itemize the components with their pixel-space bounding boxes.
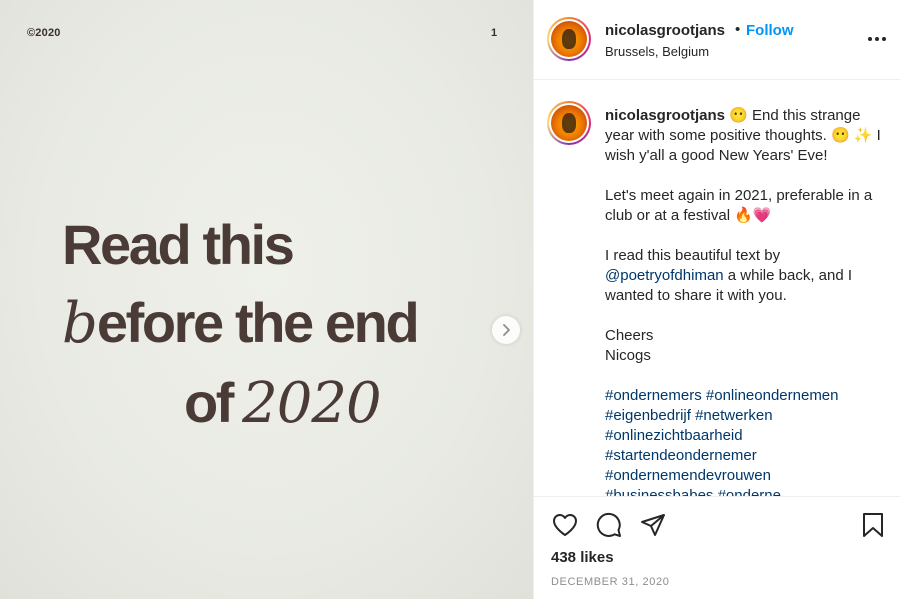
image-headline-line3: of 2020 [184, 370, 382, 436]
image-page-number: 1 [491, 27, 498, 39]
caption-cheers: Cheers [605, 327, 654, 344]
caption-area[interactable]: nicolasgrootjans 😶 End this strange year… [534, 81, 900, 496]
mention-link[interactable]: @poetryofdhiman [605, 267, 724, 284]
action-bar: 438 likes DECEMBER 31, 2020 [534, 496, 900, 599]
separator-dot: • [735, 21, 741, 38]
hashtag-line[interactable]: #startendeondernemer [605, 446, 890, 466]
more-options-icon[interactable] [866, 28, 888, 50]
hashtag-line[interactable]: #eigenbedrijf #netwerken [605, 406, 890, 426]
post-username[interactable]: nicolasgrootjans [605, 22, 725, 39]
image-headline-line1: Read this [62, 213, 295, 276]
image-headline-line2: before the end [62, 290, 420, 356]
post-location[interactable]: Brussels, Belgium [605, 44, 709, 59]
hashtag-line[interactable]: #businessbabes #onderne [605, 486, 890, 496]
heart-icon[interactable] [551, 511, 579, 539]
post-date[interactable]: DECEMBER 31, 2020 [551, 576, 669, 588]
image-headline-rest: efore the end [96, 291, 420, 354]
next-slide-button[interactable] [492, 316, 520, 344]
hashtag-line[interactable]: #ondernemers #onlineondernemen [605, 386, 890, 406]
bookmark-icon[interactable] [859, 511, 887, 539]
image-headline-initial: b [62, 291, 98, 356]
post-panel: nicolasgrootjans • Follow Brussels, Belg… [533, 0, 900, 599]
caption-signoff: Cheers Nicogs [605, 326, 890, 366]
post-image[interactable]: ©2020 1 Read this before the end of 2020 [0, 0, 533, 599]
image-copyright-text: ©2020 [27, 27, 61, 39]
image-headline-year: 2020 [242, 371, 382, 436]
caption-paragraph-3: I read this beautiful text by @poetryofdh… [605, 246, 890, 306]
caption-paragraph-2: Let's meet again in 2021, preferable in … [605, 187, 873, 224]
caption-avatar[interactable] [547, 101, 591, 145]
hashtag-line[interactable]: #ondernemendevrouwen [605, 466, 890, 486]
post-header: nicolasgrootjans • Follow Brussels, Belg… [534, 0, 900, 80]
likes-count[interactable]: 438 likes [551, 549, 614, 566]
image-headline-of: of [184, 371, 234, 434]
avatar[interactable] [547, 17, 591, 61]
caption-text: nicolasgrootjans 😶 End this strange year… [605, 106, 890, 496]
caption-line3-a: I read this beautiful text by [605, 247, 781, 264]
caption-paragraph-1: nicolasgrootjans 😶 End this strange year… [605, 106, 890, 166]
comment-icon[interactable] [595, 511, 623, 539]
follow-button[interactable]: Follow [746, 22, 794, 39]
share-icon[interactable] [639, 511, 667, 539]
caption-signature: Nicogs [605, 347, 651, 364]
chevron-right-icon [503, 324, 510, 336]
caption-username[interactable]: nicolasgrootjans [605, 107, 725, 124]
hashtag-line[interactable]: #onlinezichtbaarheid [605, 426, 890, 446]
